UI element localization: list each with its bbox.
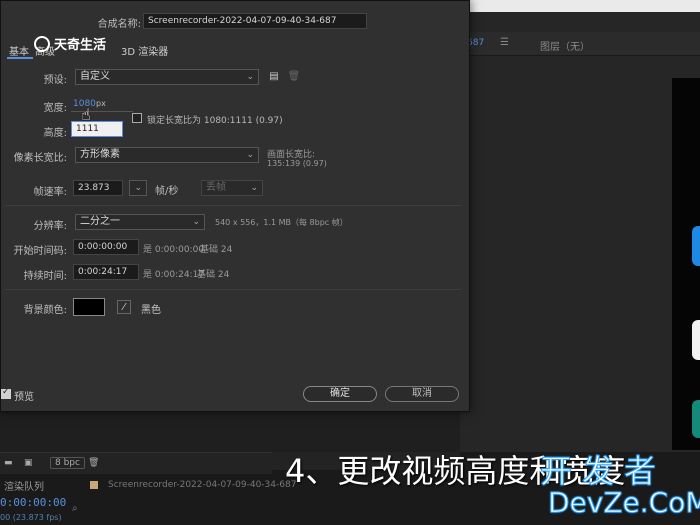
framerate-unit: 帧/秒 — [155, 186, 179, 197]
duration-base: 基础 24 — [197, 270, 230, 280]
start-timecode-label: 开始时间码: — [13, 246, 67, 257]
composition-panel — [460, 12, 700, 452]
project-toolbar: ▬ ▣ 8 bpc 🗑 — [0, 452, 272, 474]
search-icon[interactable]: ⌕ — [72, 503, 78, 514]
resolution-value: 二分之一 — [80, 216, 120, 227]
width-unit: px — [96, 99, 106, 108]
timecode-fps: 00 (23.873 fps) — [0, 513, 62, 522]
framerate-label: 帧速率: — [33, 187, 67, 198]
preset-select-value: 自定义 — [80, 71, 110, 82]
preview-checkbox[interactable] — [1, 387, 11, 399]
duration-info: 是 0:00:24:17 — [143, 270, 205, 280]
new-composition-icon[interactable]: ▣ — [24, 458, 33, 468]
chevron-down-icon: ⌄ — [134, 183, 142, 193]
bg-color-swatch[interactable] — [73, 298, 105, 316]
comp-color-swatch — [90, 480, 98, 489]
render-queue-tab[interactable]: 渲染队列 — [4, 478, 44, 493]
folder-icon[interactable]: ▬ — [4, 458, 13, 468]
start-timecode-info: 是 0:00:00:00 — [143, 245, 205, 255]
active-tab-indicator — [7, 57, 33, 59]
bpc-toggle[interactable]: 8 bpc — [50, 457, 85, 469]
chevron-down-icon: ⌄ — [250, 183, 258, 193]
pixel-aspect-label: 像素长宽比: — [13, 153, 67, 164]
background-top-strip — [470, 0, 700, 12]
tab-3d-renderer[interactable]: 3D 渲染器 — [121, 43, 168, 58]
preset-select[interactable]: 自定义 ⌄ — [75, 69, 259, 85]
lock-aspect-label: 锁定长宽比为 1080:1111 (0.97) — [147, 116, 283, 126]
section-divider — [5, 289, 461, 290]
height-label: 高度: — [43, 128, 67, 139]
pixel-aspect-select[interactable]: 方形像素 ⌄ — [75, 147, 259, 163]
watermark-english: DevZe.CoM — [548, 486, 700, 520]
framerate-select[interactable]: ⌄ — [129, 180, 147, 196]
preset-label: 预设: — [43, 75, 67, 86]
viewer-white-app-icon — [692, 320, 700, 360]
delete-preset-icon[interactable]: 🗑 — [287, 70, 301, 84]
bg-color-name: 黑色 — [141, 305, 161, 316]
resolution-info: 540 x 556，1.1 MB（每 8bpc 帧） — [215, 218, 348, 227]
lock-aspect-checkbox[interactable] — [132, 113, 142, 123]
timeline-comp-tab[interactable]: Screenrecorder-2022-04-07-09-40-34-687 — [90, 480, 296, 490]
chevron-down-icon: ⌄ — [246, 72, 254, 82]
site-logo: 天奇生活 — [34, 34, 106, 53]
section-divider — [5, 205, 461, 206]
preview-label: 预览 — [14, 392, 34, 403]
hand-cursor-icon: ☝ — [81, 105, 91, 124]
composition-settings-dialog: 合成名称: Screenrecorder-2022-04-07-09-40-34… — [0, 0, 470, 412]
tab-basic[interactable]: 基本 — [9, 43, 29, 58]
width-label: 宽度: — [43, 103, 67, 114]
cancel-button[interactable]: 取消 — [385, 386, 459, 402]
pixel-aspect-value: 方形像素 — [80, 149, 120, 160]
logo-text: 天奇生活 — [54, 38, 107, 53]
logo-circle-icon — [34, 36, 50, 52]
ok-button[interactable]: 确定 — [303, 386, 377, 402]
frame-drop-select[interactable]: 丢帧 ⌄ — [201, 180, 263, 196]
duration-input[interactable]: 0:00:24:17 — [73, 264, 139, 280]
viewer-blue-app-icon — [692, 226, 700, 266]
height-input[interactable]: 1111 — [71, 121, 123, 137]
eyedropper-icon[interactable]: ⁄ — [117, 300, 131, 314]
duration-label: 持续时间: — [23, 271, 67, 282]
save-preset-icon[interactable]: ▤ — [267, 70, 281, 84]
start-timecode-input[interactable]: 0:00:00:00 — [73, 239, 139, 255]
resolution-label: 分辨率: — [33, 221, 67, 232]
current-timecode[interactable]: 0:00:00:00 — [0, 496, 66, 509]
bg-color-label: 背景颜色: — [23, 305, 67, 316]
framerate-input[interactable]: 23.873 — [73, 180, 123, 196]
panel-menu-icon[interactable]: ☰ — [500, 37, 509, 48]
tab-layer[interactable]: 图层（无） — [540, 38, 590, 53]
chevron-down-icon: ⌄ — [192, 217, 200, 227]
resolution-select[interactable]: 二分之一 ⌄ — [75, 214, 205, 230]
timeline-comp-tab-label: Screenrecorder-2022-04-07-09-40-34-687 — [108, 480, 297, 490]
comp-name-label: 合成名称: — [97, 19, 141, 30]
trash-icon[interactable]: 🗑 — [88, 458, 99, 468]
frame-aspect-value: 135:139 (0.97) — [267, 159, 327, 168]
frame-drop-value: 丢帧 — [206, 182, 226, 193]
viewer-teal-app-icon — [692, 400, 700, 438]
chevron-down-icon: ⌄ — [246, 150, 254, 160]
start-timecode-base: 基础 24 — [200, 245, 233, 255]
comp-name-field[interactable]: Screenrecorder-2022-04-07-09-40-34-687 — [143, 13, 367, 29]
